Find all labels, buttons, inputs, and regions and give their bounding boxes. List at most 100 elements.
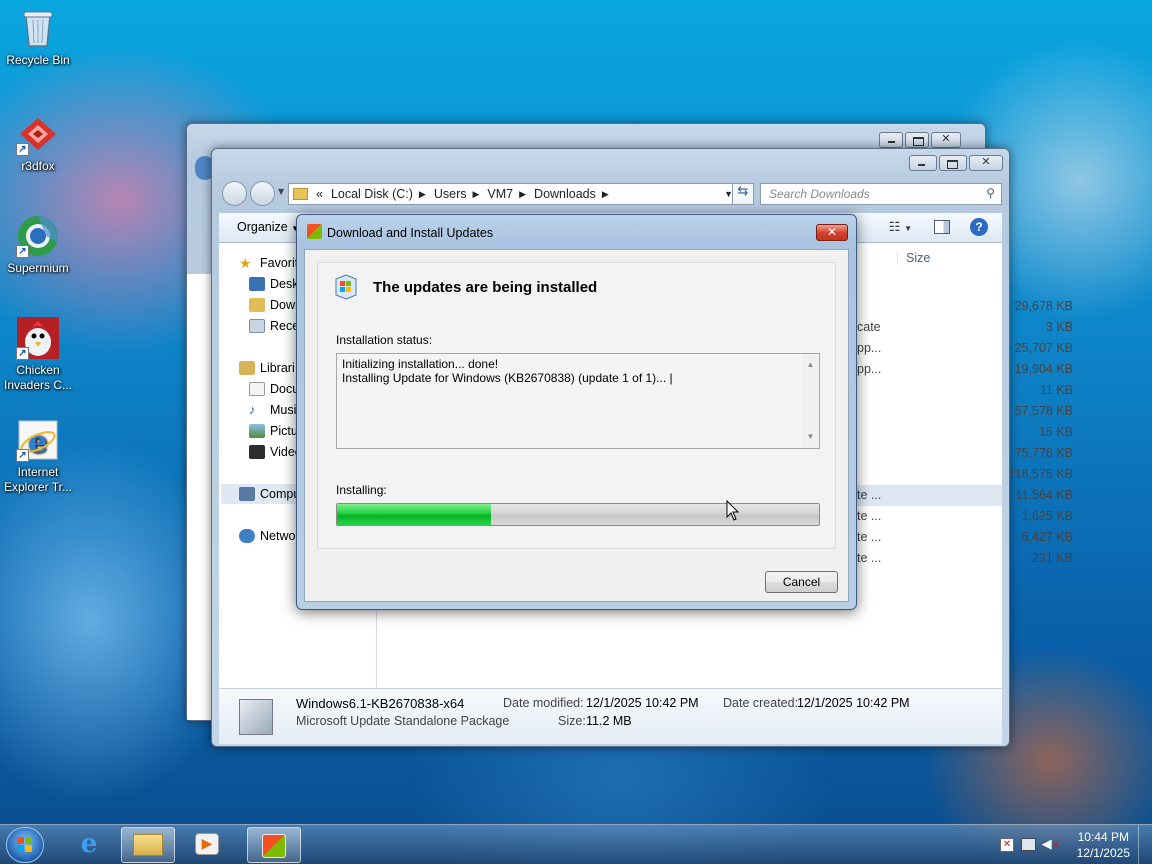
nav-downloads[interactable]: Down	[249, 295, 302, 315]
chicken-invaders-icon: ↗	[16, 316, 60, 360]
breadcrumb-vm7[interactable]: VM7	[487, 187, 513, 201]
close-button[interactable]: ✕	[816, 224, 848, 241]
breadcrumb-downloads[interactable]: Downloads	[534, 187, 596, 201]
windows-update-icon	[307, 224, 322, 239]
nav-label: Librari	[260, 361, 295, 375]
file-type: cate	[857, 320, 881, 334]
nav-label: Musi	[270, 403, 297, 417]
file-size: 3 KB	[1045, 320, 1073, 334]
taskbar-internet-explorer[interactable]: e	[62, 827, 116, 863]
nav-documents[interactable]: Docu	[249, 379, 299, 399]
scroll-up-icon[interactable]: ▲	[802, 358, 819, 372]
organize-label: Organize	[237, 220, 288, 234]
media-player-icon: ▶	[195, 833, 219, 855]
view-options-button[interactable]: ☷ ▼	[889, 219, 912, 235]
nav-label: Compu	[260, 487, 301, 501]
file-type: pp...	[857, 362, 882, 376]
start-button[interactable]	[6, 827, 44, 863]
refresh-button[interactable]: ⇆	[732, 183, 754, 205]
nav-favorites[interactable]: ★ Favorit	[239, 253, 298, 273]
clock-time: 10:44 PM	[1077, 830, 1129, 844]
breadcrumb-overflow[interactable]: «	[316, 187, 323, 201]
downloads-folder-icon	[249, 298, 265, 312]
status-scrollbar[interactable]: ▲ ▼	[802, 354, 819, 448]
back-button[interactable]	[222, 181, 247, 206]
recent-pages-dropdown[interactable]: ▼	[278, 187, 284, 196]
column-header-size[interactable]: Size	[897, 251, 977, 265]
search-input[interactable]: Search Downloads ⚲	[760, 183, 1002, 205]
nav-music[interactable]: ♪ Musi	[249, 400, 296, 420]
nav-libraries[interactable]: Librari	[239, 358, 295, 378]
minimize-button[interactable]	[909, 155, 937, 171]
taskbar-windows-update[interactable]	[247, 827, 301, 863]
details-created-value: 12/1/2025 10:42 PM	[797, 696, 910, 710]
details-created-label: Date created:	[723, 696, 799, 710]
nav-pictures[interactable]: Pictu	[249, 421, 298, 441]
maximize-button[interactable]	[905, 132, 929, 148]
nav-label: Docu	[270, 382, 300, 396]
chevron-right-icon[interactable]: ▶	[519, 189, 526, 200]
tray-volume-muted-icon[interactable]: ◀✕	[1042, 837, 1060, 852]
chevron-right-icon[interactable]: ▶	[419, 189, 426, 200]
desktop-icon-label: Chicken Invaders C...	[3, 363, 73, 392]
desktop-icon-label: Supermium	[7, 261, 69, 275]
desktop-icon-r3dfox[interactable]: ↗ r3dfox	[2, 112, 74, 174]
progress-label: Installing:	[336, 483, 387, 497]
show-desktop-button[interactable]	[1138, 825, 1152, 864]
search-placeholder: Search Downloads	[769, 187, 870, 201]
internet-explorer-icon: e ↗	[16, 418, 60, 462]
svg-text:e: e	[28, 425, 47, 460]
taskbar-media-player[interactable]: ▶	[180, 827, 234, 863]
package-icon	[239, 699, 273, 735]
file-size: 6,427 KB	[1021, 530, 1073, 544]
address-bar[interactable]: « Local Disk (C:) ▶ Users ▶ VM7 ▶ Downlo…	[288, 183, 740, 205]
nav-recent[interactable]: Rece	[249, 316, 299, 336]
desktop-icon-internet-explorer[interactable]: e ↗ Internet Explorer Tr...	[2, 418, 74, 495]
nav-videos[interactable]: Video	[249, 442, 302, 462]
mouse-cursor-icon	[726, 499, 740, 525]
forward-button[interactable]	[250, 181, 275, 206]
breadcrumb-local-disk[interactable]: Local Disk (C:)	[331, 187, 413, 201]
desktop-icon	[249, 277, 265, 291]
status-textbox[interactable]: Initializing installation... done! Insta…	[336, 353, 820, 449]
desktop-icon-chicken-invaders[interactable]: ↗ Chicken Invaders C...	[2, 316, 74, 393]
close-button[interactable]	[931, 132, 961, 148]
minimize-button[interactable]	[879, 132, 903, 148]
status-line: Initializing installation... done!	[342, 357, 499, 371]
taskbar-windows-explorer[interactable]	[121, 827, 175, 863]
help-icon[interactable]: ?	[970, 218, 988, 236]
folder-icon	[133, 834, 163, 856]
file-size: 11,564 KB	[1015, 488, 1073, 502]
taskbar-clock[interactable]: 10:44 PM 12/1/2025	[1077, 829, 1130, 861]
dialog-body: The updates are being installed Installa…	[304, 249, 849, 602]
dialog-heading: The updates are being installed	[373, 279, 598, 296]
cancel-button[interactable]: Cancel	[765, 571, 838, 593]
taskbar: e ▶ ✕ ◀✕ 10:44 PM 12/1/2025	[0, 824, 1152, 864]
windows-update-icon	[262, 834, 286, 858]
details-modified-label: Date modified:	[503, 696, 584, 710]
file-size: 231 KB	[1031, 551, 1073, 565]
progress-fill	[337, 504, 492, 525]
nav-network[interactable]: Netwo	[239, 526, 295, 546]
chevron-right-icon[interactable]: ▶	[602, 189, 609, 200]
recent-places-icon	[249, 319, 265, 333]
nav-desktop[interactable]: Desk	[249, 274, 298, 294]
tray-network-icon[interactable]	[1021, 838, 1036, 851]
file-size: 57,578 KB	[1014, 404, 1073, 418]
desktop-icon-label: Recycle Bin	[6, 53, 70, 67]
maximize-button[interactable]	[939, 155, 967, 171]
shortcut-arrow-icon: ↗	[16, 143, 29, 156]
install-updates-dialog[interactable]: Download and Install Updates ✕ The updat…	[296, 214, 857, 610]
file-size: 118,575 KB	[1008, 467, 1073, 481]
scroll-down-icon[interactable]: ▼	[802, 430, 819, 444]
file-size: 19,904 KB	[1014, 362, 1073, 376]
desktop-icon-recycle-bin[interactable]: Recycle Bin	[2, 6, 74, 68]
breadcrumb-users[interactable]: Users	[434, 187, 467, 201]
tray-action-center-icon[interactable]: ✕	[1000, 838, 1014, 852]
preview-pane-button[interactable]	[934, 220, 950, 234]
close-button[interactable]	[969, 155, 1003, 171]
file-size: 15 KB	[1038, 425, 1073, 439]
chevron-right-icon[interactable]: ▶	[473, 189, 480, 200]
desktop-icon-supermium[interactable]: ↗ Supermium	[2, 214, 74, 276]
organize-button[interactable]: Organize ▼	[237, 220, 299, 234]
